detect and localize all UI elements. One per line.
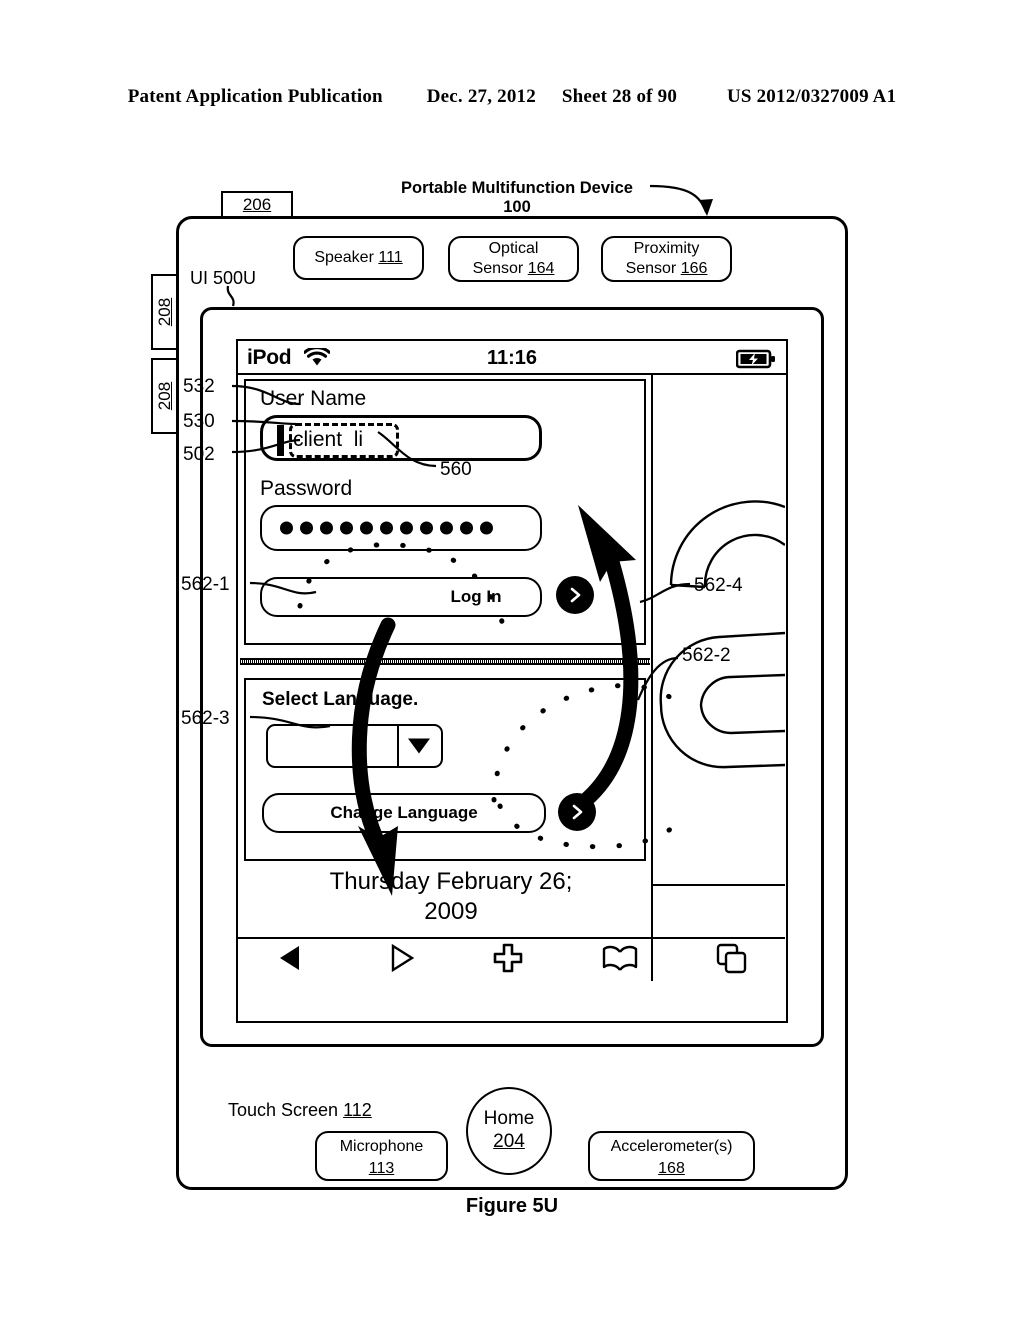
optical-number: 164 <box>527 260 555 277</box>
plus-icon[interactable] <box>491 941 525 980</box>
battery-charging-icon <box>735 349 776 374</box>
microphone-number: 113 <box>368 1160 395 1177</box>
speaker-component: Speaker 111 <box>293 236 424 280</box>
username-label: User Name <box>260 387 367 410</box>
password-dot <box>460 521 473 535</box>
password-dot <box>400 521 413 535</box>
sheet-number: Sheet 28 of 90 <box>561 86 678 107</box>
status-bar: iPod 11:16 <box>238 341 786 375</box>
password-input[interactable] <box>260 505 542 551</box>
device-reference-number: 100 <box>503 198 531 216</box>
publication-date: Dec. 27, 2012 <box>426 86 536 107</box>
language-form-block: Select Language. Change Language <box>244 678 646 861</box>
chevron-right-icon <box>572 804 583 820</box>
change-language-label: Change Language <box>330 803 478 822</box>
log-in-button[interactable]: Log In <box>260 577 542 617</box>
section-divider <box>240 658 650 665</box>
date-text: Thursday February 26; 2009 <box>266 867 636 927</box>
clock-time: 11:16 <box>486 347 538 369</box>
home-button[interactable]: Home 204 <box>466 1087 552 1175</box>
password-dots <box>280 521 493 535</box>
select-language-label: Select Language. <box>262 689 419 710</box>
proximity-label-2: Sensor <box>625 260 677 277</box>
optical-label: Optical <box>488 240 539 257</box>
password-dot <box>360 521 373 535</box>
password-label: Password <box>260 477 353 500</box>
proximity-number: 166 <box>680 260 708 277</box>
speaker-label: Speaker <box>314 249 374 266</box>
page-side-column <box>653 375 785 981</box>
speaker-number: 111 <box>378 249 403 266</box>
patent-header: Patent Application Publication Dec. 27, … <box>0 86 1024 108</box>
password-dot <box>440 521 453 535</box>
accessibility-chevron-login[interactable] <box>556 576 594 614</box>
device-title: Portable Multifunction Device <box>401 179 633 197</box>
touch-screen-label: Touch Screen <box>228 1100 339 1120</box>
ref-502: 502 <box>183 444 215 465</box>
password-dot <box>380 521 393 535</box>
microphone-component: Microphone 113 <box>315 1131 448 1181</box>
web-page-content: User Name client li Password Log In Sele… <box>238 375 785 981</box>
ref-532: 532 <box>183 376 215 397</box>
forward-icon[interactable] <box>383 941 417 980</box>
username-input[interactable]: client li <box>260 415 542 461</box>
password-dot <box>420 521 433 535</box>
username-value: client li <box>293 428 364 451</box>
ref-562-2: 562-2 <box>682 645 731 666</box>
accessibility-chevron-language[interactable] <box>558 793 596 831</box>
password-dot <box>320 521 333 535</box>
touch-screen-number: 112 <box>343 1100 372 1120</box>
ref-562-3: 562-3 <box>181 708 230 729</box>
ref-562-1: 562-1 <box>181 574 230 595</box>
patent-number: US 2012/0327009 A1 <box>726 86 897 107</box>
optical-sensor-component: Optical Sensor 164 <box>448 236 579 282</box>
browser-toolbar <box>238 937 785 981</box>
side-column-divider <box>653 884 785 886</box>
password-dot <box>340 521 353 535</box>
leader-arrowhead-device <box>699 199 713 216</box>
bookmarks-icon[interactable] <box>600 941 640 980</box>
logo-artwork <box>659 500 785 769</box>
tab-206-label: 206 <box>242 195 272 214</box>
home-number: 204 <box>493 1131 525 1152</box>
password-dot <box>300 521 313 535</box>
accelerometer-number: 168 <box>658 1160 685 1177</box>
password-dot <box>280 521 293 535</box>
proximity-sensor-component: Proximity Sensor 166 <box>601 236 732 282</box>
ui-reference-label: UI 500U <box>190 268 257 288</box>
text-cursor <box>277 425 284 456</box>
power-button-206[interactable]: 206 <box>221 191 293 217</box>
accelerometer-component: Accelerometer(s) 168 <box>588 1131 755 1181</box>
chevron-down-icon <box>408 738 430 754</box>
microphone-label: Microphone <box>339 1138 424 1155</box>
ref-562-4: 562-4 <box>694 575 743 596</box>
ref-560: 560 <box>440 459 472 480</box>
language-dropdown[interactable] <box>266 724 443 768</box>
ref-530: 530 <box>183 411 215 432</box>
password-dot <box>480 521 493 535</box>
volume-button-208-upper[interactable]: 208 <box>151 274 177 350</box>
back-icon[interactable] <box>275 941 309 980</box>
tab-208-upper-label: 208 <box>155 297 174 327</box>
tab-208-lower-label: 208 <box>155 381 174 411</box>
pages-icon[interactable] <box>714 941 748 980</box>
touch-screen-display[interactable]: iPod 11:16 User Name client li Password … <box>236 339 788 1023</box>
accelerometer-label: Accelerometer(s) <box>610 1138 733 1155</box>
dropdown-separator <box>397 726 399 766</box>
date-line-2: 2009 <box>424 898 478 925</box>
publication-text: Patent Application Publication <box>127 86 383 107</box>
date-line-1: Thursday February 26; <box>329 868 573 895</box>
volume-button-208-lower[interactable]: 208 <box>151 358 177 434</box>
home-label: Home <box>483 1108 535 1129</box>
proximity-label: Proximity <box>633 240 700 257</box>
change-language-button[interactable]: Change Language <box>262 793 546 833</box>
figure-caption: Figure 5U <box>465 1195 559 1217</box>
touch-screen-annotation: Touch Screen 112 <box>228 1100 372 1121</box>
login-form-block: User Name client li Password Log In <box>244 379 646 645</box>
chevron-right-icon <box>570 587 581 603</box>
log-in-label: Log In <box>450 587 502 606</box>
optical-label-2: Sensor <box>472 260 524 277</box>
